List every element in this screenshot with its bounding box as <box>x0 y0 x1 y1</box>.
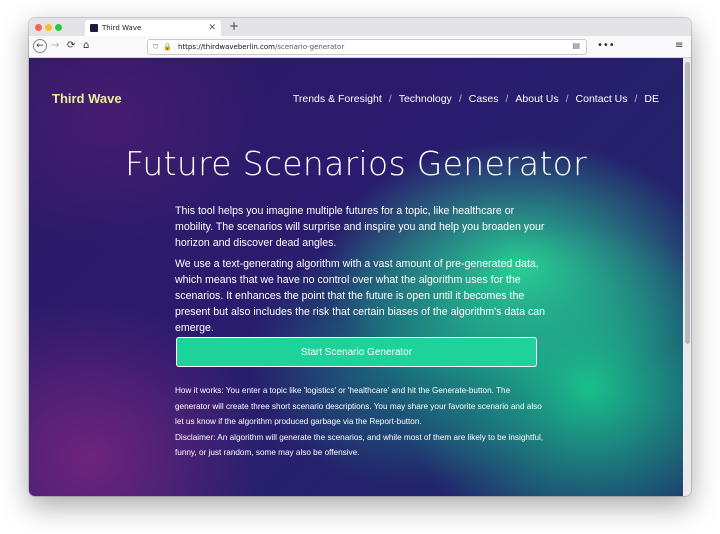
intro-text: This tool helps you imagine multiple fut… <box>175 203 550 341</box>
intro-paragraph-2: We use a text-generating algorithm with … <box>175 258 546 334</box>
reader-view-icon[interactable]: ▤ <box>572 41 580 50</box>
tab-title: Third Wave <box>102 24 142 32</box>
nav-separator: / <box>458 93 462 105</box>
tab-close-icon[interactable]: ✕ <box>208 23 216 33</box>
url-path: /scenario-generator <box>274 43 345 51</box>
how-it-works-paragraph: How it works: You enter a topic like 'lo… <box>175 386 542 426</box>
more-options-icon[interactable]: ••• <box>597 39 615 53</box>
browser-toolbar: ← → ⟳ ⌂ ⛉ 🔒 https://thirdwaveberlin.com/… <box>29 36 691 58</box>
vertical-scrollbar[interactable] <box>684 58 691 496</box>
nav-cases[interactable]: Cases <box>469 93 499 105</box>
browser-window: Third Wave ✕ + ← → ⟳ ⌂ ⛉ 🔒 https://third… <box>29 18 691 496</box>
site-navigation: Trends & Foresight / Technology / Cases … <box>293 93 659 105</box>
disclaimer-paragraph: Disclaimer: An algorithm will generate t… <box>175 432 544 458</box>
address-bar[interactable]: ⛉ 🔒 https://thirdwaveberlin.com/scenario… <box>147 39 587 55</box>
nav-separator: / <box>505 93 509 105</box>
site-favicon-icon <box>90 24 98 32</box>
new-tab-button[interactable]: + <box>229 19 239 33</box>
tracking-shield-icon[interactable]: ⛉ <box>153 43 158 52</box>
reload-icon[interactable]: ⟳ <box>67 39 75 53</box>
start-scenario-generator-button[interactable]: Start Scenario Generator <box>176 337 537 367</box>
hamburger-menu-icon[interactable]: ≡ <box>675 39 683 53</box>
nav-technology[interactable]: Technology <box>399 93 452 105</box>
browser-tab[interactable]: Third Wave ✕ <box>85 20 221 36</box>
forward-arrow-icon[interactable]: → <box>51 39 59 53</box>
lock-icon[interactable]: 🔒 <box>163 43 172 51</box>
web-page: Third Wave Trends & Foresight / Technolo… <box>29 58 683 496</box>
nav-separator: / <box>565 93 569 105</box>
tab-strip: Third Wave ✕ + <box>29 18 691 36</box>
nav-about-us[interactable]: About Us <box>515 93 558 105</box>
close-window-icon[interactable] <box>35 24 42 31</box>
url-text[interactable]: https://thirdwaveberlin.com/scenario-gen… <box>178 43 344 51</box>
nav-trends-foresight[interactable]: Trends & Foresight <box>293 93 382 105</box>
home-icon[interactable]: ⌂ <box>83 39 89 53</box>
intro-paragraph-1: This tool helps you imagine multiple fut… <box>175 205 545 249</box>
scrollbar-thumb[interactable] <box>685 62 690 344</box>
site-logo[interactable]: Third Wave <box>52 91 122 106</box>
nav-language-de[interactable]: DE <box>644 93 659 105</box>
how-it-works-text: How it works: You enter a topic like 'lo… <box>175 383 545 461</box>
nav-separator: / <box>388 93 392 105</box>
back-arrow-icon[interactable]: ← <box>33 39 47 53</box>
nav-contact-us[interactable]: Contact Us <box>576 93 628 105</box>
page-title: Future Scenarios Generator <box>124 144 588 183</box>
maximize-window-icon[interactable] <box>55 24 62 31</box>
url-domain: https://thirdwaveberlin.com <box>177 43 275 51</box>
minimize-window-icon[interactable] <box>45 24 52 31</box>
nav-separator: / <box>634 93 638 105</box>
